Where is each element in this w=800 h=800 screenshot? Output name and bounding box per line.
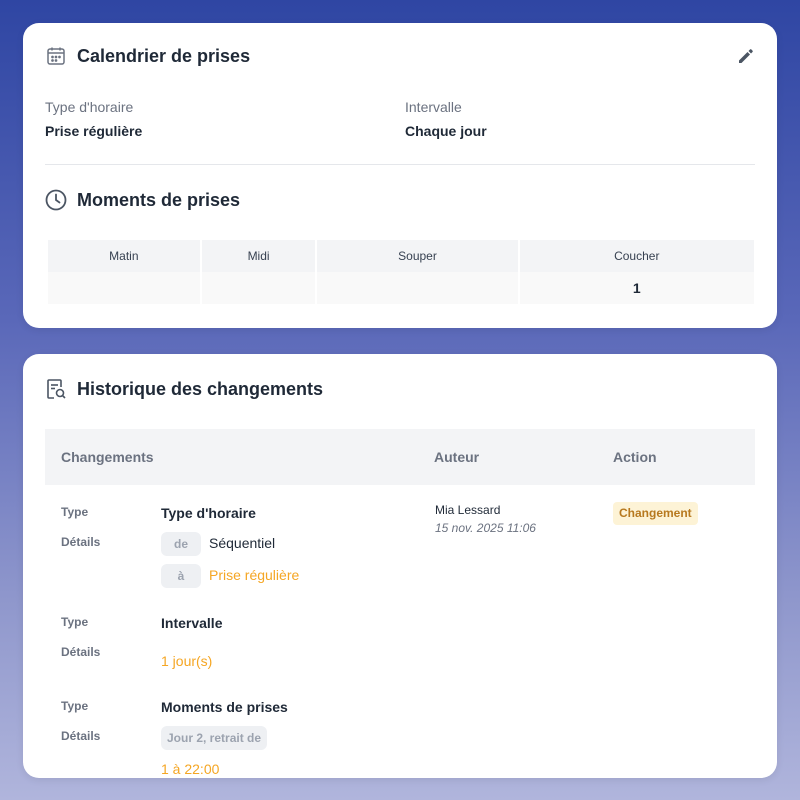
interval-field: Intervalle Chaque jour xyxy=(405,99,487,139)
from-pill: de xyxy=(161,532,201,556)
change2-details-label: Détails xyxy=(61,645,101,659)
history-table-header: Changements Auteur Action xyxy=(45,429,755,485)
schedule-title: Calendrier de prises xyxy=(77,45,251,66)
moments-value-midi xyxy=(201,272,316,304)
schedule-type-value: Prise régulière xyxy=(45,123,143,139)
change2-to-value: 1 jour(s) xyxy=(161,653,213,669)
change3-pill: Jour 2, retrait de xyxy=(161,726,268,750)
moments-value-coucher: 1 xyxy=(519,272,754,304)
history-col-author: Auteur xyxy=(434,449,480,465)
history-search-icon xyxy=(45,378,67,400)
edit-button[interactable] xyxy=(735,47,757,69)
moments-header: Moments de prises xyxy=(45,189,755,211)
history-col-changes: Changements xyxy=(61,449,154,465)
moments-col-souper: Souper xyxy=(317,240,518,272)
schedule-card: Calendrier de prises Type d'horaire Pris… xyxy=(23,23,777,328)
history-title: Historique des changements xyxy=(77,378,324,399)
change2-type: Intervalle xyxy=(161,615,223,631)
schedule-header: Calendrier de prises xyxy=(45,45,755,67)
change1-to-value: Prise régulière xyxy=(209,567,300,583)
moments-col-coucher: Coucher xyxy=(519,240,754,272)
change2-type-label: Type xyxy=(61,615,89,629)
to-pill: à xyxy=(161,564,201,588)
moments-col-midi: Midi xyxy=(201,240,316,272)
moments-col-matin: Matin xyxy=(48,240,200,272)
divider xyxy=(45,164,755,165)
moments-title: Moments de prises xyxy=(77,189,241,210)
change3-type: Moments de prises xyxy=(161,699,288,715)
history-card: Historique des changements Changements A… xyxy=(23,354,777,778)
moments-value-matin xyxy=(48,272,200,304)
pencil-icon xyxy=(737,47,755,70)
change3-details-label: Détails xyxy=(61,729,101,743)
moments-table: Matin Midi Souper Coucher 1 xyxy=(46,240,756,304)
moments-header-row: Matin Midi Souper Coucher xyxy=(48,240,754,272)
change3-type-label: Type xyxy=(61,699,89,713)
clock-icon xyxy=(45,189,67,211)
history-header: Historique des changements xyxy=(45,378,755,400)
calendar-icon xyxy=(45,45,67,67)
schedule-type-field: Type d'horaire Prise régulière xyxy=(45,99,142,139)
schedule-type-label: Type d'horaire xyxy=(45,99,134,115)
author-name: Mia Lessard xyxy=(435,503,501,517)
action-badge: Changement xyxy=(613,502,698,525)
change1-from-value: Séquentiel xyxy=(209,535,276,551)
change1-details-label: Détails xyxy=(61,535,101,549)
interval-value: Chaque jour xyxy=(405,123,487,139)
change1-type: Type d'horaire xyxy=(161,505,256,521)
moments-value-row: 1 xyxy=(48,272,754,304)
history-col-action: Action xyxy=(613,449,657,465)
change3-to-value: 1 à 22:00 xyxy=(161,761,220,777)
change-date: 15 nov. 2025 11:06 xyxy=(435,521,536,535)
moments-value-souper xyxy=(317,272,518,304)
interval-label: Intervalle xyxy=(405,99,462,115)
change1-type-label: Type xyxy=(61,505,89,519)
